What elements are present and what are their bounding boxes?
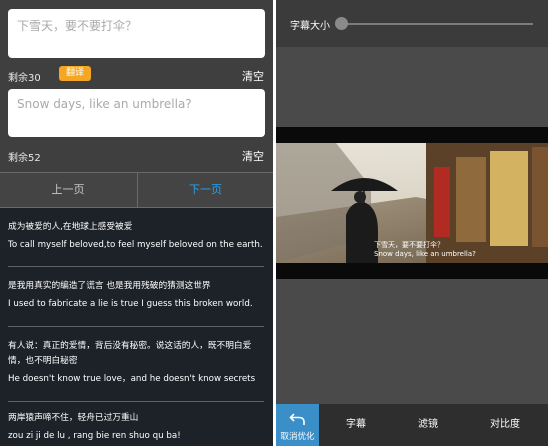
source-text-input[interactable]: 下雪天，要不要打伞？ xyxy=(8,9,265,58)
source-clear-button[interactable]: 清空 xyxy=(242,68,264,84)
phrase-item[interactable]: 成为被爱的人,在地球上感受被爱 To call myself beloved,t… xyxy=(8,220,266,253)
undo-icon xyxy=(289,413,305,425)
edit-toolbar: 取消优化 字幕 滤镜 对比度 xyxy=(276,404,548,446)
undo-optimize-label: 取消优化 xyxy=(280,432,315,442)
divider xyxy=(8,401,264,402)
phrase-item[interactable]: 是我用真实的编造了谎言 也是我用残破的猜测这世界 I used to fabri… xyxy=(8,279,266,312)
pager: 上一页 下一页 xyxy=(0,172,273,208)
phrase-english: To call myself beloved,to feel myself be… xyxy=(8,240,263,250)
undo-optimize-button[interactable]: 取消优化 xyxy=(276,404,319,446)
phrase-chinese: 两岸猿声啼不住，轻舟已过万重山 xyxy=(8,413,139,423)
target-remaining-count: 剩余52 xyxy=(8,153,41,164)
phrase-chinese: 成为被爱的人,在地球上感受被爱 xyxy=(8,222,133,232)
video-caption: 下雪天，要不要打伞？ Snow days, like an umbrella? xyxy=(374,241,476,259)
subtitle-size-label: 字幕大小 xyxy=(290,21,330,32)
contrast-tab[interactable]: 对比度 xyxy=(480,404,530,446)
phrase-list: 成为被爱的人,在地球上感受被爱 To call myself beloved,t… xyxy=(0,208,273,446)
divider xyxy=(8,326,264,327)
phrase-chinese: 有人说：真正的爱情，背后没有秘密。说这话的人，既不明白爱情，也不明白秘密 xyxy=(8,341,252,366)
phrase-chinese: 是我用真实的编造了谎言 也是我用残破的猜测这世界 xyxy=(8,281,211,291)
subtitle-size-slider[interactable] xyxy=(339,23,533,25)
target-clear-button[interactable]: 清空 xyxy=(242,148,264,164)
phrase-english: He doesn't know true love，and he doesn't… xyxy=(8,374,256,384)
phrase-item[interactable]: 两岸猿声啼不住，轻舟已过万重山 zou zi ji de lu , rang b… xyxy=(8,411,266,444)
phrase-english: zou zi ji de lu , rang bie ren shuo qu b… xyxy=(8,431,181,441)
translation-panel: 下雪天，要不要打伞？ 剩余30 翻译 清空 Snow days, like an… xyxy=(0,0,273,446)
phrase-english: I used to fabricate a lie is true I gues… xyxy=(8,299,253,309)
source-remaining-count: 剩余30 xyxy=(8,73,41,84)
prev-page-button[interactable]: 上一页 xyxy=(0,173,136,207)
video-frame[interactable]: 下雪天，要不要打伞？ Snow days, like an umbrella? xyxy=(276,127,548,279)
translate-button[interactable]: 翻译 xyxy=(59,66,91,81)
subtitle-size-bar: 字幕大小 xyxy=(276,0,548,47)
slider-thumb[interactable] xyxy=(335,17,348,30)
phrase-item[interactable]: 有人说：真正的爱情，背后没有秘密。说这话的人，既不明白爱情，也不明白秘密 He … xyxy=(8,339,266,387)
target-text-input[interactable]: Snow days, like an umbrella? xyxy=(8,89,265,137)
target-text-value: Snow days, like an umbrella? xyxy=(17,97,192,111)
filter-tab[interactable]: 滤镜 xyxy=(408,404,448,446)
caption-chinese: 下雪天，要不要打伞？ xyxy=(374,241,444,249)
subtitle-tab[interactable]: 字幕 xyxy=(336,404,376,446)
caption-english: Snow days, like an umbrella? xyxy=(374,250,476,258)
source-text-placeholder: 下雪天，要不要打伞？ xyxy=(17,19,138,33)
next-page-button[interactable]: 下一页 xyxy=(137,173,273,207)
divider xyxy=(8,266,264,267)
video-preview-panel: 字幕大小 下雪天，要不要打伞？ Snow days, like an umbre… xyxy=(276,0,548,446)
